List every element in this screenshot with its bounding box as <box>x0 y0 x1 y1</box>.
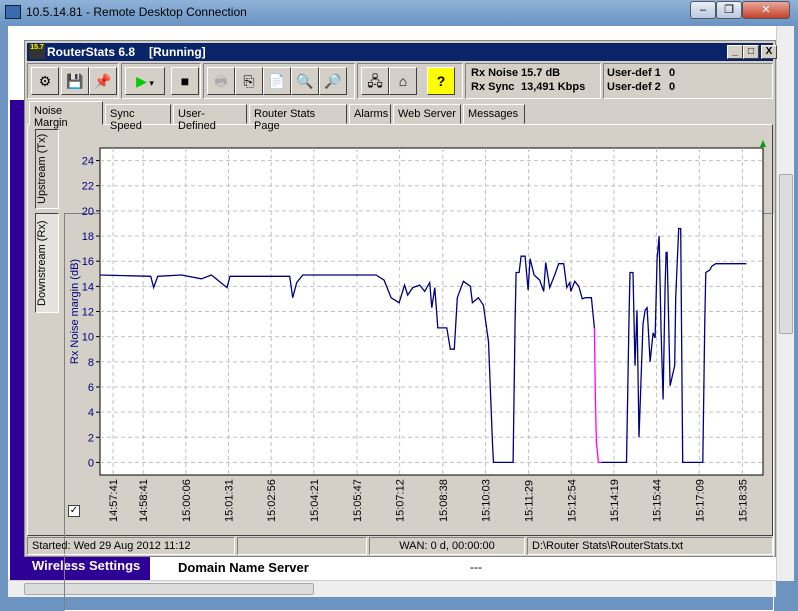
y-tick-label: 22 <box>82 181 94 193</box>
y-tick-label: 0 <box>88 457 94 469</box>
x-tick-label: 15:12:54 <box>566 479 578 522</box>
x-tick-label: 15:05:47 <box>352 479 364 522</box>
y-tick-label: 24 <box>82 156 94 168</box>
x-tick-label: 15:14:19 <box>609 479 621 522</box>
x-tick-label: 15:18:35 <box>737 479 749 522</box>
x-tick-label: 15:02:56 <box>266 479 278 522</box>
x-tick-label: 15:00:06 <box>181 479 193 522</box>
y-tick-label: 2 <box>88 432 94 444</box>
noise-margin-chart: 02468101214161820222414:57:41 14:58:41 15:… <box>69 140 766 522</box>
x-tick-label: 15:04:21 <box>309 479 321 522</box>
x-tick-label: 14:57:41 <box>108 479 120 522</box>
x-tick-label: 15:15:44 <box>652 479 664 522</box>
x-tick-label: 15:11:29 <box>524 480 536 522</box>
x-tick-label: 14:58:41 <box>138 479 150 522</box>
y-tick-label: 10 <box>82 332 94 344</box>
x-tick-label: 15:01:31 <box>223 479 235 522</box>
x-tick-label: 15:17:09 <box>694 479 706 522</box>
tab-noise-margin[interactable]: Noise Margin <box>29 101 103 129</box>
y-tick-label: 14 <box>82 281 94 293</box>
y-axis-label: Rx Noise margin (dB) <box>69 259 81 364</box>
y-tick-label: 6 <box>88 382 94 394</box>
y-tick-label: 16 <box>82 256 94 268</box>
y-tick-label: 18 <box>82 231 94 243</box>
x-tick-label: 15:08:38 <box>438 479 450 522</box>
green-triangle-icon <box>760 140 766 147</box>
x-tick-label: 15:10:03 <box>480 479 492 522</box>
y-tick-label: 20 <box>82 206 94 218</box>
y-tick-label: 8 <box>88 357 94 369</box>
y-tick-label: 12 <box>82 307 94 319</box>
y-tick-label: 4 <box>88 407 94 419</box>
x-tick-label: 15:07:12 <box>395 479 407 522</box>
